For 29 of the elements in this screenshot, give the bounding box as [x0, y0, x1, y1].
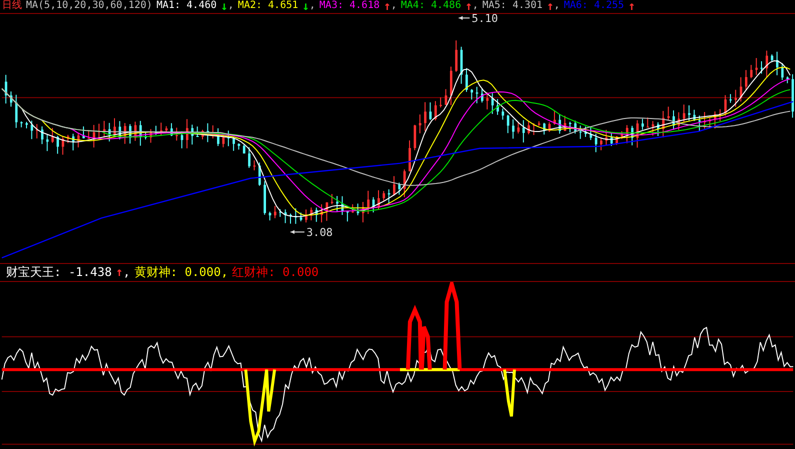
- separator: ,: [472, 0, 478, 12]
- separator: ,: [390, 0, 397, 12]
- ma-params: MA(5,10,20,30,60,120): [26, 0, 152, 12]
- separator: ,: [123, 265, 130, 280]
- trend-arrow: ↑: [384, 0, 391, 12]
- indicator-value: 财宝天王: -1.438: [6, 264, 112, 281]
- trend-arrow: ↑: [465, 0, 472, 12]
- leader-line: [290, 230, 305, 234]
- trend-arrow: ↑: [116, 265, 124, 280]
- separator: ,: [228, 0, 234, 12]
- leader-line: [458, 16, 470, 20]
- trend-arrow: ↓: [302, 0, 310, 12]
- ma-value: MA6: 4.255: [564, 0, 624, 12]
- trend-arrow: ↑: [546, 0, 554, 12]
- indicator-value: 黄财神: 0.000: [134, 264, 221, 281]
- ma-value: MA5: 4.301: [482, 0, 543, 12]
- separator: ,: [554, 0, 560, 12]
- separator: ,: [309, 0, 316, 12]
- indicator-value: 红财神: 0.000: [232, 264, 319, 281]
- ma-value: MA1: 4.460: [156, 0, 217, 12]
- ma-value: MA4: 4.486: [400, 0, 462, 12]
- trend-arrow: ↓: [220, 0, 228, 12]
- separator: ,: [220, 265, 228, 280]
- low-price-label: 3.08: [306, 226, 333, 239]
- high-price-label: 5.10: [472, 14, 498, 25]
- ma-value: MA3: 4.618: [319, 0, 380, 12]
- trend-arrow: ↑: [628, 0, 636, 12]
- ma-value: MA2: 4.651: [238, 0, 298, 12]
- period-label: 日线: [2, 0, 22, 12]
